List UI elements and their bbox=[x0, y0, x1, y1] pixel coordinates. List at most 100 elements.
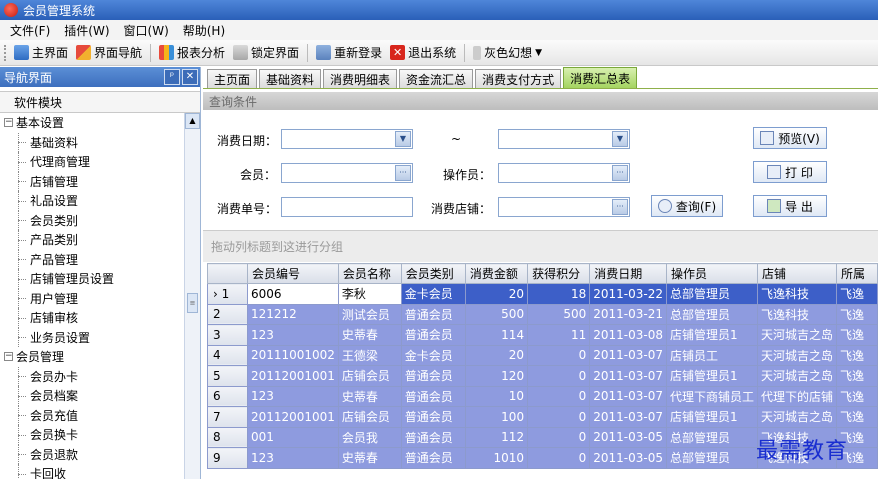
table-cell[interactable]: 普通会员 bbox=[400, 303, 466, 325]
table-cell[interactable]: 123 bbox=[246, 447, 339, 469]
lock-button[interactable]: 锁定界面 bbox=[233, 44, 299, 61]
table-cell[interactable]: 店铺管理员1 bbox=[666, 365, 759, 387]
row-indicator[interactable]: 8 bbox=[207, 426, 248, 448]
table-cell[interactable]: 普通会员 bbox=[400, 406, 466, 428]
table-cell[interactable]: 飞逸 bbox=[836, 344, 878, 366]
tree-item[interactable]: 店铺管理 bbox=[0, 171, 184, 192]
table-cell[interactable]: 总部管理员 bbox=[666, 303, 759, 325]
tree-group[interactable]: − 会员管理 bbox=[0, 347, 184, 367]
table-cell[interactable]: 6006 bbox=[246, 283, 339, 305]
column-header[interactable]: 所属 bbox=[836, 263, 878, 284]
table-cell[interactable]: 123 bbox=[246, 324, 339, 346]
column-header[interactable]: 获得积分 bbox=[527, 263, 591, 284]
group-by-area[interactable]: 拖动列标题到这进行分组 bbox=[203, 230, 878, 262]
table-cell[interactable]: 飞逸 bbox=[836, 365, 878, 387]
table-cell[interactable]: 代理下的店铺 bbox=[757, 385, 838, 407]
theme-dropdown[interactable]: 灰色幻想 ▼ bbox=[473, 44, 542, 61]
table-cell[interactable]: 飞逸 bbox=[836, 385, 878, 407]
table-cell[interactable]: 飞逸科技 bbox=[757, 283, 838, 305]
tree-item[interactable]: 店铺管理员设置 bbox=[0, 269, 184, 289]
tree-item[interactable]: 会员档案 bbox=[0, 386, 184, 406]
preview-button[interactable]: 预览(V) bbox=[753, 127, 827, 149]
table-cell[interactable]: 王德梁 bbox=[337, 344, 402, 366]
collapse-icon[interactable]: − bbox=[4, 352, 13, 362]
member-input[interactable]: ··· bbox=[281, 163, 413, 183]
column-header[interactable]: 会员名称 bbox=[337, 263, 402, 284]
tree-item[interactable]: 代理商管理 bbox=[0, 152, 184, 172]
pin-icon[interactable]: ᵖ bbox=[164, 69, 180, 85]
column-header[interactable]: 消费日期 bbox=[589, 263, 668, 284]
table-cell[interactable]: 飞逸科技 bbox=[757, 303, 838, 325]
table-cell[interactable]: 店铺会员 bbox=[337, 406, 402, 428]
tree-item[interactable]: 卡回收 bbox=[0, 464, 184, 479]
table-row[interactable]: 3 123 史蒂春 普通会员 114 11 2011-03-08 店铺管理员1 天河城吉之岛 飞逸 bbox=[207, 324, 878, 346]
table-cell[interactable]: 20111001002 bbox=[246, 344, 339, 366]
scroll-up-icon[interactable]: ▲ bbox=[185, 113, 200, 129]
table-cell[interactable]: 飞逸 bbox=[836, 324, 878, 346]
column-header[interactable]: 会员类别 bbox=[400, 263, 466, 284]
report-button[interactable]: 报表分析 bbox=[159, 44, 225, 61]
relogin-button[interactable]: 重新登录 bbox=[316, 44, 382, 61]
tree-item[interactable]: 业务员设置 bbox=[0, 327, 184, 348]
scroll-thumb[interactable]: ≡ bbox=[187, 293, 198, 313]
shop-input[interactable]: ··· bbox=[498, 197, 630, 217]
table-row[interactable]: 2 121212 测试会员 普通会员 500 500 2011-03-21 总部管理员 飞逸科技… bbox=[207, 303, 878, 325]
table-cell[interactable]: 普通会员 bbox=[400, 447, 466, 469]
tree-item[interactable]: 会员办卡 bbox=[0, 366, 184, 387]
navigation-button[interactable]: 界面导航 bbox=[76, 44, 142, 61]
tab-consumption-detail[interactable]: 消费明细表 bbox=[323, 69, 398, 88]
tree-item[interactable]: 产品管理 bbox=[0, 249, 184, 270]
table-cell[interactable]: 普通会员 bbox=[400, 426, 466, 448]
export-button[interactable]: 导 出 bbox=[753, 195, 827, 217]
chevron-down-icon[interactable]: ▼ bbox=[612, 131, 628, 147]
table-cell[interactable]: 会员我 bbox=[337, 426, 402, 448]
table-cell[interactable]: 2011-03-21 bbox=[589, 303, 668, 325]
tab-basic-data[interactable]: 基础资料 bbox=[259, 69, 322, 88]
menu-help[interactable]: 帮助(H) bbox=[183, 22, 225, 39]
toolbar-grip[interactable] bbox=[4, 44, 8, 61]
tree-item[interactable]: 用户管理 bbox=[0, 288, 184, 309]
date-from-input[interactable]: ▼ bbox=[281, 129, 413, 149]
column-header[interactable]: 会员编号 bbox=[246, 263, 339, 284]
nav-section-header[interactable]: 软件模块 bbox=[0, 91, 200, 113]
table-cell[interactable]: 史蒂春 bbox=[337, 385, 402, 407]
tree-item[interactable]: 会员充值 bbox=[0, 405, 184, 426]
table-cell[interactable]: 史蒂春 bbox=[337, 447, 402, 469]
table-cell[interactable]: 114 bbox=[464, 324, 529, 346]
row-indicator[interactable]: 5 bbox=[207, 365, 248, 387]
tab-home[interactable]: 主页面 bbox=[207, 69, 258, 88]
table-cell[interactable]: 店铺会员 bbox=[337, 365, 402, 387]
row-indicator[interactable]: 2 bbox=[207, 303, 248, 325]
tree-item[interactable]: 会员类别 bbox=[0, 210, 184, 231]
table-cell[interactable]: 飞逸 bbox=[836, 406, 878, 428]
column-header[interactable]: 消费金额 bbox=[464, 263, 529, 284]
table-cell[interactable]: 500 bbox=[527, 303, 591, 325]
collapse-icon[interactable]: − bbox=[4, 118, 13, 128]
table-cell[interactable]: 20 bbox=[464, 283, 529, 305]
table-cell[interactable]: 10 bbox=[464, 385, 529, 407]
table-cell[interactable]: 2011-03-22 bbox=[589, 283, 668, 305]
ellipsis-icon[interactable]: ··· bbox=[612, 199, 628, 215]
tree-group[interactable]: − 基本设置 bbox=[0, 113, 184, 133]
table-row[interactable]: 5 20112001001 店铺会员 普通会员 120 0 2011-03-07 店铺管理员1… bbox=[207, 365, 878, 387]
table-cell[interactable]: 天河城吉之岛 bbox=[757, 406, 838, 428]
row-indicator[interactable]: 4 bbox=[207, 344, 248, 366]
row-indicator[interactable]: › 1 bbox=[207, 283, 248, 305]
table-cell[interactable]: 店铺管理员1 bbox=[666, 324, 759, 346]
table-cell[interactable]: 0 bbox=[527, 344, 591, 366]
date-to-input[interactable]: ▼ bbox=[498, 129, 630, 149]
table-cell[interactable]: 测试会员 bbox=[337, 303, 402, 325]
table-row[interactable]: 4 20111001002 王德梁 金卡会员 20 0 2011-03-07 店铺员工 天河城吉… bbox=[207, 344, 878, 366]
tree-item[interactable]: 礼品设置 bbox=[0, 191, 184, 211]
ellipsis-icon[interactable]: ··· bbox=[395, 165, 411, 181]
table-cell[interactable]: 天河城吉之岛 bbox=[757, 324, 838, 346]
table-cell[interactable]: 2011-03-08 bbox=[589, 324, 668, 346]
menu-plugins[interactable]: 插件(W) bbox=[64, 22, 109, 39]
table-cell[interactable]: 0 bbox=[527, 385, 591, 407]
table-cell[interactable]: 11 bbox=[527, 324, 591, 346]
ellipsis-icon[interactable]: ··· bbox=[612, 165, 628, 181]
column-header[interactable]: 操作员 bbox=[666, 263, 759, 284]
menu-window[interactable]: 窗口(W) bbox=[124, 22, 169, 39]
exit-button[interactable]: ✕ 退出系统 bbox=[390, 44, 456, 61]
tree-item[interactable]: 基础资料 bbox=[0, 132, 184, 153]
